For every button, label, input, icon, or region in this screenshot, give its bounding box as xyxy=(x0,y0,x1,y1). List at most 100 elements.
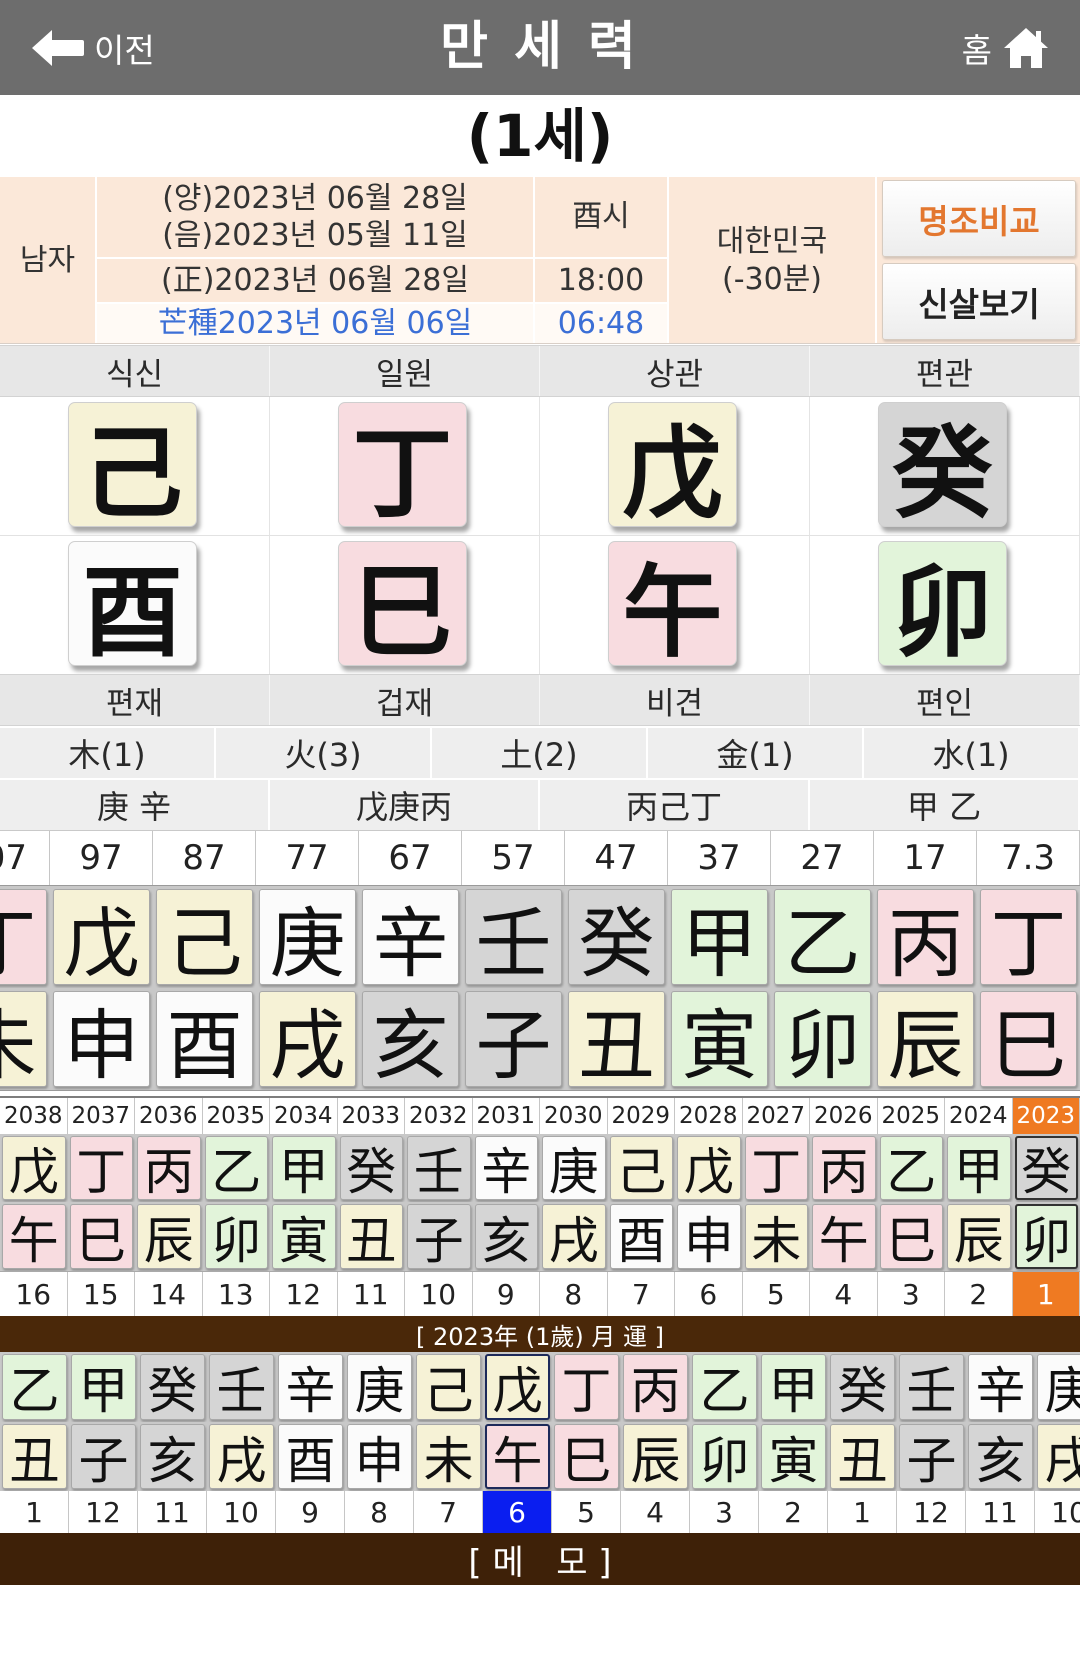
yearly-branch-cell[interactable]: 亥 xyxy=(473,1202,541,1271)
daeun-age-label[interactable]: 57 xyxy=(462,831,565,885)
daeun-stem-tile[interactable]: 丁 xyxy=(0,889,47,988)
home-button[interactable]: 홈 xyxy=(962,0,1050,95)
yearly-branch-cell[interactable]: 卯 xyxy=(1013,1202,1080,1271)
yearly-branch-cell[interactable]: 巳 xyxy=(878,1202,946,1271)
daeun-age-label[interactable]: 97 xyxy=(50,831,153,885)
daeun-age-label[interactable]: 27 xyxy=(771,831,874,885)
yearly-stem-cell[interactable]: 癸 xyxy=(1013,1134,1080,1202)
daeun-branch-tile[interactable]: 卯 xyxy=(774,991,871,1090)
yearly-year-label[interactable]: 2029 xyxy=(608,1098,675,1134)
monthly-stem-tile[interactable]: 辛 xyxy=(968,1354,1033,1420)
monthly-branch-tile[interactable]: 卯 xyxy=(692,1424,757,1490)
yearly-branch-tile[interactable]: 戌 xyxy=(542,1204,606,1270)
month-number-label[interactable]: 10 xyxy=(1035,1491,1080,1533)
daeun-stem-tile[interactable]: 己 xyxy=(156,889,253,988)
yearly-year-label[interactable]: 2025 xyxy=(878,1098,945,1134)
monthly-branch-cell[interactable]: 卯 xyxy=(690,1422,759,1491)
monthly-stem-tile[interactable]: 庚 xyxy=(1037,1354,1080,1420)
yearly-branch-cell[interactable]: 巳 xyxy=(68,1202,136,1271)
month-number-label[interactable]: 11 xyxy=(966,1491,1035,1533)
yearly-branch-tile[interactable]: 子 xyxy=(407,1204,471,1270)
month-number-label[interactable]: 3 xyxy=(690,1491,759,1533)
month-number-label[interactable]: 2 xyxy=(759,1491,828,1533)
yearly-age-label[interactable]: 9 xyxy=(473,1272,540,1316)
monthly-branch-cell[interactable]: 戌 xyxy=(207,1422,276,1491)
daeun-stem-tile[interactable]: 丁 xyxy=(980,889,1077,988)
monthly-branch-cell[interactable]: 午 xyxy=(483,1422,552,1491)
monthly-stem-cell[interactable]: 甲 xyxy=(759,1352,828,1422)
daeun-branch-cell[interactable]: 亥 xyxy=(359,988,462,1090)
yearly-year-label[interactable]: 2027 xyxy=(743,1098,810,1134)
monthly-stem-tile[interactable]: 癸 xyxy=(140,1354,205,1420)
monthly-stem-tile[interactable]: 癸 xyxy=(830,1354,895,1420)
daeun-branch-tile[interactable]: 戌 xyxy=(259,991,356,1090)
yearly-stem-cell[interactable]: 乙 xyxy=(878,1134,946,1202)
monthly-stem-tile[interactable]: 甲 xyxy=(71,1354,136,1420)
month-number-label[interactable]: 8 xyxy=(345,1491,414,1533)
daeun-stem-cell[interactable]: 丙 xyxy=(874,886,977,988)
monthly-stem-cell[interactable]: 丙 xyxy=(621,1352,690,1422)
yearly-age-label[interactable]: 6 xyxy=(675,1272,743,1316)
daeun-age-label[interactable]: 87 xyxy=(153,831,256,885)
yearly-stem-tile[interactable]: 戊 xyxy=(2,1136,66,1201)
yearly-year-label[interactable]: 2036 xyxy=(135,1098,203,1134)
daeun-branch-tile[interactable]: 酉 xyxy=(156,991,253,1090)
month-number-label[interactable]: 12 xyxy=(69,1491,138,1533)
monthly-stem-cell[interactable]: 辛 xyxy=(276,1352,345,1422)
yearly-stem-cell[interactable]: 甲 xyxy=(270,1134,338,1202)
yearly-branch-cell[interactable]: 戌 xyxy=(540,1202,608,1271)
yearly-stem-tile[interactable]: 戊 xyxy=(677,1136,741,1201)
daeun-stem-cell[interactable]: 辛 xyxy=(359,886,462,988)
daeun-age-label[interactable]: 77 xyxy=(256,831,359,885)
monthly-stem-cell[interactable]: 庚 xyxy=(345,1352,414,1422)
yearly-stem-tile[interactable]: 丁 xyxy=(69,1136,133,1201)
yearly-age-label[interactable]: 4 xyxy=(810,1272,878,1316)
yearly-branch-tile[interactable]: 亥 xyxy=(474,1204,538,1270)
monthly-stem-tile[interactable]: 辛 xyxy=(278,1354,343,1420)
month-number-label[interactable]: 1 xyxy=(828,1491,897,1533)
daeun-age-label[interactable]: 37 xyxy=(668,831,771,885)
monthly-branch-cell[interactable]: 亥 xyxy=(966,1422,1035,1491)
yearly-stem-tile[interactable]: 乙 xyxy=(204,1136,268,1201)
monthly-stem-tile[interactable]: 壬 xyxy=(899,1354,964,1420)
yearly-branch-tile[interactable]: 寅 xyxy=(272,1204,336,1270)
monthly-branch-cell[interactable]: 申 xyxy=(345,1422,414,1491)
daeun-stem-cell[interactable]: 丁 xyxy=(0,886,50,988)
monthly-stem-tile[interactable]: 戊 xyxy=(485,1354,550,1420)
yearly-stem-tile[interactable]: 己 xyxy=(609,1136,673,1201)
daeun-stem-tile[interactable]: 戊 xyxy=(53,889,150,988)
monthly-branch-tile[interactable]: 亥 xyxy=(968,1424,1033,1490)
daeun-branch-tile[interactable]: 子 xyxy=(465,991,562,1090)
yearly-age-label[interactable]: 11 xyxy=(338,1272,405,1316)
daeun-age-label[interactable]: 17 xyxy=(874,831,977,885)
month-number-label[interactable]: 6 xyxy=(483,1491,552,1533)
yearly-stem-cell[interactable]: 庚 xyxy=(540,1134,608,1202)
yearly-stem-cell[interactable]: 己 xyxy=(608,1134,676,1202)
monthly-stem-tile[interactable]: 庚 xyxy=(347,1354,412,1420)
yearly-year-label[interactable]: 2034 xyxy=(270,1098,338,1134)
daeun-stem-cell[interactable]: 庚 xyxy=(256,886,359,988)
yearly-age-label[interactable]: 10 xyxy=(405,1272,473,1316)
monthly-stem-cell[interactable]: 乙 xyxy=(690,1352,759,1422)
monthly-branch-cell[interactable]: 子 xyxy=(897,1422,966,1491)
yearly-branch-cell[interactable]: 子 xyxy=(405,1202,473,1271)
daeun-branch-cell[interactable]: 戌 xyxy=(256,988,359,1090)
monthly-branch-tile[interactable]: 子 xyxy=(71,1424,136,1490)
sinsal-view-button[interactable]: 신살보기 xyxy=(882,263,1076,340)
yearly-year-label[interactable]: 2035 xyxy=(203,1098,270,1134)
month-number-label[interactable]: 9 xyxy=(276,1491,345,1533)
yearly-age-label[interactable]: 7 xyxy=(608,1272,675,1316)
yearly-year-label[interactable]: 2030 xyxy=(540,1098,608,1134)
daeun-branch-cell[interactable]: 巳 xyxy=(977,988,1080,1090)
monthly-branch-tile[interactable]: 午 xyxy=(485,1424,550,1490)
yearly-branch-tile[interactable]: 辰 xyxy=(947,1204,1011,1270)
daeun-branch-cell[interactable]: 子 xyxy=(462,988,565,1090)
month-number-label[interactable]: 4 xyxy=(621,1491,690,1533)
monthly-stem-cell[interactable]: 甲 xyxy=(69,1352,138,1422)
monthly-branch-tile[interactable]: 申 xyxy=(347,1424,412,1490)
monthly-branch-cell[interactable]: 子 xyxy=(69,1422,138,1491)
yearly-age-label[interactable]: 14 xyxy=(135,1272,203,1316)
monthly-stem-tile[interactable]: 甲 xyxy=(761,1354,826,1420)
yearly-stem-cell[interactable]: 甲 xyxy=(945,1134,1013,1202)
compare-chart-button[interactable]: 명조비교 xyxy=(882,180,1076,257)
